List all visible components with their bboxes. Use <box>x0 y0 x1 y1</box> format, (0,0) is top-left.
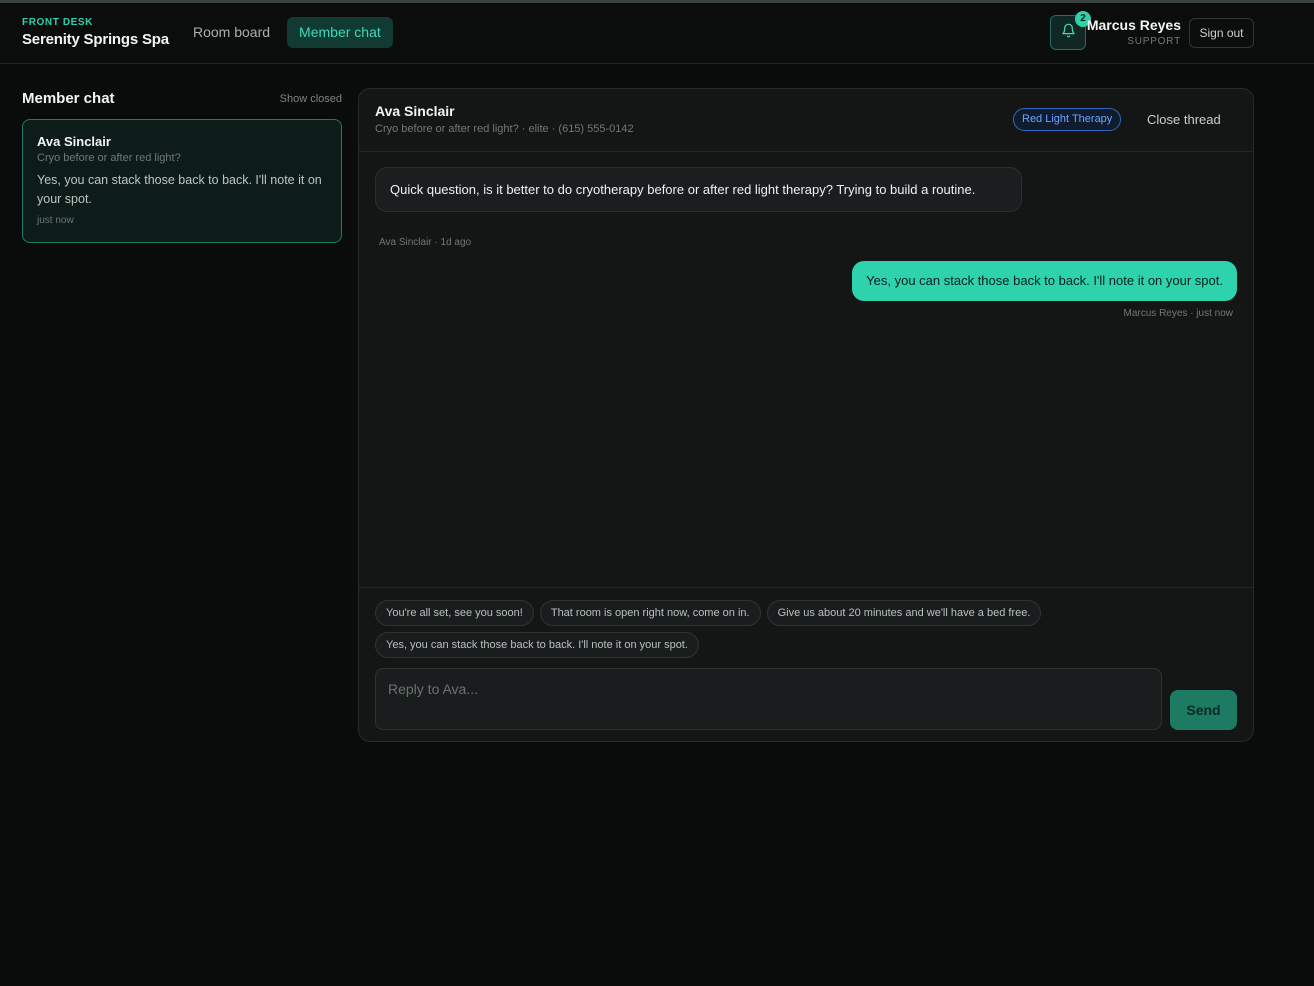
chat-panel: Ava Sinclair Cryo before or after red li… <box>358 88 1254 742</box>
chat-header: Ava Sinclair Cryo before or after red li… <box>359 89 1253 152</box>
sign-out-button[interactable]: Sign out <box>1189 18 1254 48</box>
notifications-button[interactable]: 2 <box>1050 11 1091 50</box>
quick-reply-chip[interactable]: That room is open right now, come on in. <box>539 600 761 626</box>
close-thread-button[interactable]: Close thread <box>1137 108 1231 132</box>
main-nav: Room board Member chat <box>184 17 393 48</box>
chat-member-name: Ava Sinclair <box>375 103 455 119</box>
nav-room-board[interactable]: Room board <box>184 17 279 48</box>
send-button[interactable]: Send <box>1170 690 1237 730</box>
chat-member-meta: Cryo before or after red light? · elite … <box>375 123 634 135</box>
incoming-message-meta: Ava Sinclair · 1d ago <box>379 237 472 248</box>
quick-reply-chip[interactable]: Yes, you can stack those back to back. I… <box>375 632 699 658</box>
brand-name: Serenity Springs Spa <box>22 31 169 48</box>
composer: You're all set, see you soon! That room … <box>359 587 1253 741</box>
quick-reply-chip[interactable]: You're all set, see you soon! <box>375 600 534 626</box>
quick-reply-chip[interactable]: Give us about 20 minutes and we'll have … <box>766 600 1042 626</box>
user-role: SUPPORT <box>1127 36 1181 47</box>
show-closed-toggle[interactable]: Show closed <box>280 93 342 105</box>
thread-subject: Cryo before or after red light? <box>37 152 181 164</box>
thread-list-item[interactable]: Ava Sinclair Cryo before or after red li… <box>22 119 342 243</box>
user-name: Marcus Reyes <box>1086 17 1181 33</box>
outgoing-message-meta: Marcus Reyes · just now <box>1123 308 1233 319</box>
reply-input[interactable] <box>375 668 1162 730</box>
brand: FRONT DESK Serenity Springs Spa <box>22 17 169 48</box>
thread-member-name: Ava Sinclair <box>37 134 111 149</box>
user-info: Marcus Reyes SUPPORT <box>1087 17 1181 47</box>
incoming-message: Quick question, is it better to do cryot… <box>375 167 1022 212</box>
sidebar-title: Member chat <box>22 90 115 107</box>
brand-kicker: FRONT DESK <box>22 17 93 28</box>
thread-timestamp: just now <box>37 215 74 226</box>
nav-member-chat[interactable]: Member chat <box>287 17 393 48</box>
bell-icon <box>1061 23 1076 43</box>
service-tag: Red Light Therapy <box>1013 108 1122 131</box>
thread-preview: Yes, you can stack those back to back. I… <box>37 173 322 206</box>
outgoing-message: Yes, you can stack those back to back. I… <box>852 261 1237 301</box>
app-header: FRONT DESK Serenity Springs Spa Room boa… <box>0 3 1314 64</box>
quick-replies: You're all set, see you soon! That room … <box>375 600 1095 658</box>
